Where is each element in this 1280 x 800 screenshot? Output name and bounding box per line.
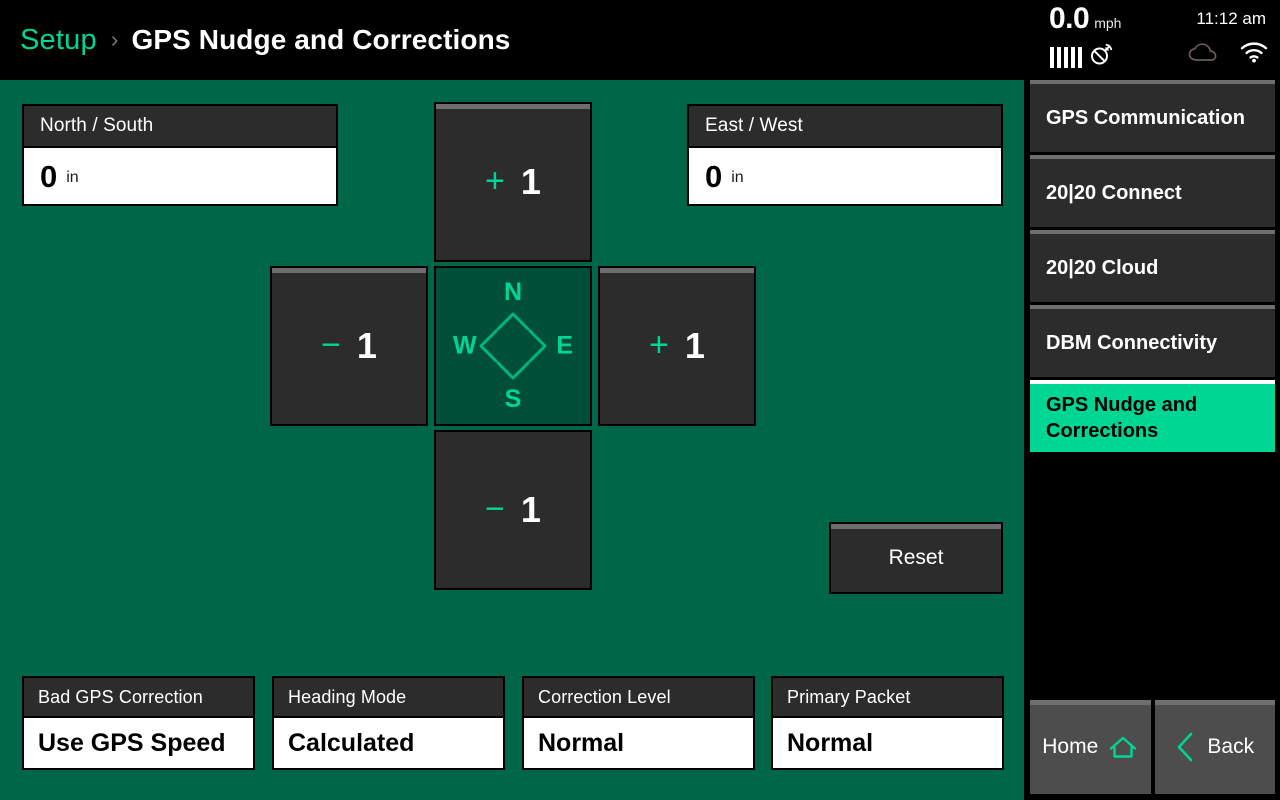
speed-unit: mph [1094, 15, 1122, 31]
cloud-icon [1188, 42, 1218, 68]
sidebar: GPS Communication 20|20 Connect 20|20 Cl… [1024, 80, 1280, 800]
field-north-south[interactable]: North / South 0 in [22, 104, 338, 206]
sidebar-item-dbm-connectivity[interactable]: DBM Connectivity [1030, 305, 1275, 377]
setting-correction-level-label: Correction Level [538, 686, 671, 707]
nudge-north-amount: 1 [520, 161, 541, 202]
setting-heading-mode-value: Calculated [274, 716, 503, 768]
nudge-west-amount: 1 [356, 325, 377, 366]
sidebar-menu: GPS Communication 20|20 Connect 20|20 Cl… [1030, 80, 1275, 455]
setting-bad-gps-correction-label: Bad GPS Correction [38, 686, 203, 707]
setting-primary-packet[interactable]: Primary Packet Normal [771, 676, 1004, 770]
sidebar-item-label: DBM Connectivity [1046, 331, 1218, 354]
setting-bad-gps-correction[interactable]: Bad GPS Correction Use GPS Speed [22, 676, 255, 770]
setting-primary-packet-label: Primary Packet [787, 686, 911, 707]
compass-rose: N S W E [434, 266, 592, 426]
clock: 11:12 am [1196, 9, 1266, 28]
nudge-west-button[interactable]: − 1 [270, 266, 428, 426]
sidebar-item-2020-connect[interactable]: 20|20 Connect [1030, 155, 1275, 227]
nudge-south-sign: − [485, 490, 505, 528]
compass-east-label: E [556, 331, 573, 360]
setting-heading-mode-label: Heading Mode [288, 686, 407, 707]
back-button-label: Back [1207, 735, 1255, 758]
field-east-west-label: East / West [689, 106, 1001, 146]
sidebar-item-gps-communication[interactable]: GPS Communication [1030, 80, 1275, 152]
north-south-number: 0 [40, 158, 58, 194]
chevron-left-icon [1178, 732, 1193, 762]
east-west-number: 0 [705, 158, 723, 194]
nudge-east-button[interactable]: + 1 [598, 266, 756, 426]
nudge-north-sign: + [485, 162, 505, 200]
sidebar-item-label: GPS Communication [1046, 106, 1245, 129]
setting-primary-packet-value: Normal [773, 716, 1002, 768]
sidebar-item-gps-nudge-and-corrections[interactable]: GPS Nudge and Corrections [1030, 380, 1275, 452]
setting-heading-mode[interactable]: Heading Mode Calculated [272, 676, 505, 770]
compass-diamond-icon [479, 312, 547, 380]
setting-bad-gps-correction-value: Use GPS Speed [24, 716, 253, 768]
sidebar-item-label: 20|20 Connect [1046, 181, 1182, 204]
field-north-south-label: North / South [24, 106, 336, 146]
reset-button[interactable]: Reset [829, 522, 1003, 594]
home-button[interactable]: Home [1030, 700, 1151, 794]
speed-readout: 0.0 mph [1049, 2, 1121, 36]
nudge-south-button[interactable]: − 1 [434, 430, 592, 590]
field-east-west-value: 0 in [689, 146, 1001, 204]
breadcrumb-parent-setup[interactable]: Setup [20, 24, 97, 57]
status-bar: 0.0 mph 11:12 am [1024, 0, 1280, 80]
home-button-label: Home [1042, 735, 1099, 758]
gps-signal-bars-icon [1050, 47, 1082, 68]
gps-status-group [1050, 43, 1113, 72]
setting-correction-level-value: Normal [524, 716, 753, 768]
setting-correction-level[interactable]: Correction Level Normal [522, 676, 755, 770]
connectivity-icons [1188, 42, 1268, 68]
sidebar-item-label: GPS Nudge and Corrections [1046, 393, 1198, 442]
reset-button-label: Reset [888, 546, 944, 569]
nudge-east-amount: 1 [684, 325, 705, 366]
breadcrumb: Setup › GPS Nudge and Corrections [0, 0, 1024, 80]
compass-south-label: S [504, 385, 522, 413]
north-south-unit: in [66, 169, 79, 186]
nudge-south-amount: 1 [520, 489, 541, 530]
home-icon [1110, 736, 1137, 758]
nudge-west-sign: − [321, 326, 341, 364]
field-north-south-value: 0 in [24, 146, 336, 204]
back-button[interactable]: Back [1154, 700, 1275, 794]
sidebar-nav: Home Back [1030, 700, 1275, 794]
satellite-icon [1087, 43, 1113, 72]
nudge-north-button[interactable]: + 1 [434, 102, 592, 262]
sidebar-item-label: 20|20 Cloud [1046, 256, 1159, 279]
page-title: GPS Nudge and Corrections [131, 24, 511, 55]
field-east-west[interactable]: East / West 0 in [687, 104, 1003, 206]
compass-north-label: N [503, 278, 523, 306]
gps-nudge-screen: Setup › GPS Nudge and Corrections 0.0 mp… [0, 0, 1280, 800]
east-west-unit: in [731, 169, 744, 186]
main-content: North / South 0 in East / West 0 in + 1 … [0, 80, 1024, 800]
nudge-east-sign: + [649, 326, 669, 364]
sidebar-item-2020-cloud[interactable]: 20|20 Cloud [1030, 230, 1275, 302]
breadcrumb-separator-icon: › [110, 25, 119, 52]
speed-value: 0.0 [1049, 2, 1090, 35]
wifi-icon [1240, 42, 1268, 68]
